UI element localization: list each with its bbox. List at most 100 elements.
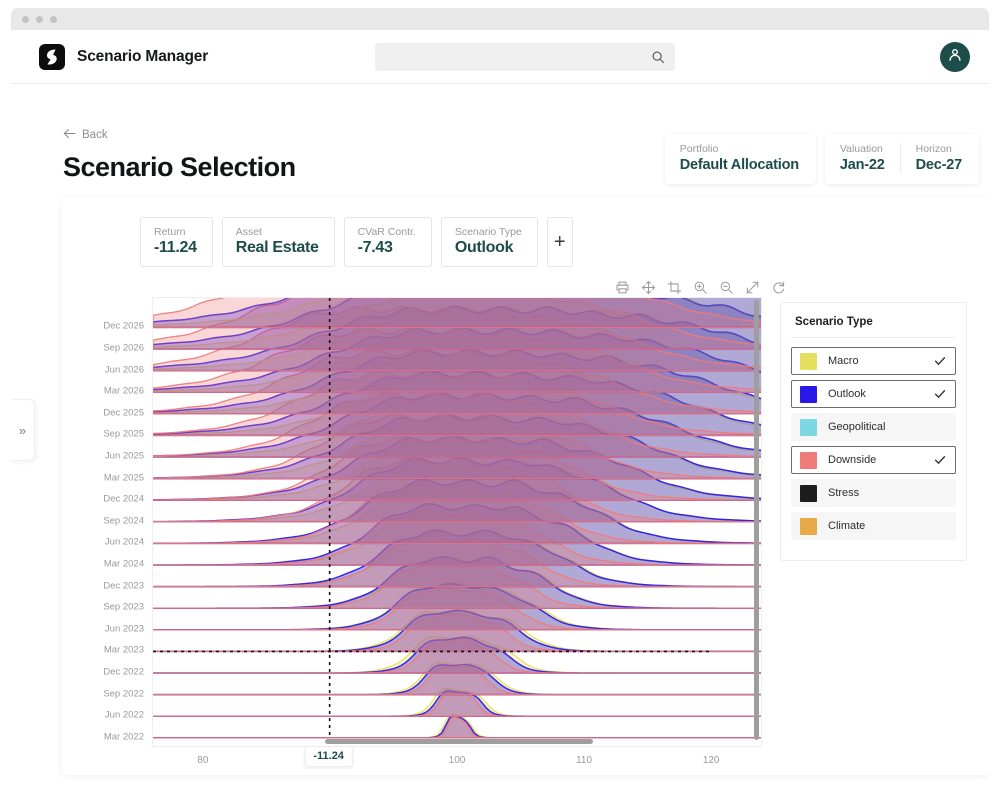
legend-color-swatch — [800, 385, 817, 403]
portfolio-cell: Portfolio Default Allocation — [680, 143, 799, 173]
filter-chip-asset[interactable]: Asset Real Estate — [221, 217, 335, 267]
legend-item-macro[interactable]: Macro — [791, 347, 956, 375]
legend-item-label: Macro — [828, 355, 859, 367]
filter-chip-scenario-type[interactable]: Scenario Type Outlook — [440, 217, 538, 267]
y-axis-tick-label: Jun 2024 — [104, 536, 144, 548]
legend-item-geopolitical[interactable]: Geopolitical — [791, 413, 956, 441]
legend-item-downside[interactable]: Downside — [791, 446, 956, 474]
plot-horizontal-scrollbar[interactable] — [325, 739, 593, 744]
legend-item-label: Stress — [828, 487, 860, 499]
zoom-in-icon[interactable] — [692, 279, 709, 296]
legend-color-swatch — [800, 484, 817, 502]
density-curves — [153, 298, 761, 739]
chip-value: Outlook — [454, 239, 514, 256]
ridge-row — [153, 714, 761, 739]
zoom-out-icon[interactable] — [718, 279, 735, 296]
y-axis-tick-label: Mar 2024 — [103, 558, 144, 570]
check-icon — [934, 388, 946, 400]
legend-item-label: Geopolitical — [828, 421, 886, 433]
x-axis-tick-label: 80 — [197, 755, 209, 766]
filter-chip-row: Return -11.24 Asset Real Estate CVaR Con… — [140, 217, 573, 267]
y-axis-tick-label: Dec 2025 — [103, 407, 144, 419]
sidebar-expand-button[interactable]: » — [11, 399, 35, 461]
valuation-value: Jan-22 — [839, 157, 885, 173]
y-axis-tick-label: Jun 2023 — [104, 623, 144, 635]
filter-chip-cvar-contr[interactable]: CVaR Contr. -7.43 — [343, 217, 432, 267]
legend-item-outlook[interactable]: Outlook — [791, 380, 956, 408]
app-root: Scenario Manager » Back Scenario Selecti… — [0, 0, 1000, 790]
avatar[interactable] — [940, 42, 970, 72]
legend-title: Scenario Type — [791, 316, 956, 338]
pan-icon[interactable] — [640, 279, 657, 296]
window-close-dot[interactable] — [22, 15, 29, 23]
legend-item-stress[interactable]: Stress — [791, 479, 956, 507]
back-button[interactable]: Back — [63, 128, 108, 142]
y-axis-labels: Dec 2026 Sep 2026 Jun 2026 Mar 2026 Dec 2025… — [90, 297, 150, 747]
y-axis-tick-label: Mar 2025 — [103, 472, 144, 484]
search-input[interactable] — [375, 43, 675, 71]
y-axis-tick-label: Mar 2023 — [103, 644, 144, 656]
user-avatar-icon — [947, 47, 963, 68]
reset-axes-icon[interactable] — [770, 279, 787, 296]
add-filter-button[interactable]: + — [546, 217, 573, 267]
y-axis-tick-label: Sep 2025 — [103, 428, 144, 440]
legend-item-climate[interactable]: Climate — [791, 512, 956, 540]
window-minimize-dot[interactable] — [36, 15, 43, 23]
y-axis-tick-label: Dec 2026 — [103, 320, 144, 332]
y-axis-tick-label: Sep 2023 — [103, 601, 144, 613]
header-meta-row: Portfolio Default Allocation Valuation J… — [664, 134, 979, 184]
legend-item-label: Outlook — [828, 388, 866, 400]
top-navigation-bar: Scenario Manager — [11, 30, 989, 84]
plot-toolbar — [614, 279, 787, 296]
arrow-left-icon — [63, 128, 76, 142]
y-axis-tick-label: Dec 2023 — [103, 580, 144, 592]
y-axis-tick-label: Sep 2022 — [103, 688, 144, 700]
legend-color-swatch — [800, 352, 817, 370]
y-axis-tick-label: Mar 2026 — [103, 385, 144, 397]
valuation-cell: Valuation Jan-22 — [840, 143, 885, 173]
legend-color-swatch — [800, 517, 817, 535]
box-select-icon[interactable] — [666, 279, 683, 296]
window-maximize-dot[interactable] — [50, 15, 57, 23]
legend-item-label: Downside — [828, 454, 877, 466]
y-axis-tick-label: Dec 2022 — [103, 666, 144, 678]
filter-chip-return[interactable]: Return -11.24 — [140, 217, 213, 267]
search-box[interactable] — [375, 43, 675, 71]
back-label: Back — [82, 129, 108, 141]
window-chrome — [11, 8, 989, 30]
portfolio-label: Portfolio — [679, 143, 719, 155]
plot-area[interactable] — [152, 297, 762, 747]
y-axis-tick-label: Jun 2022 — [104, 709, 144, 721]
portfolio-card[interactable]: Portfolio Default Allocation — [664, 134, 816, 184]
horizon-value: Dec-27 — [915, 157, 963, 173]
legend-items: Macro Outlook Geopolitical Downside Stress Cl… — [791, 347, 956, 540]
dates-card[interactable]: Valuation Jan-22 Horizon Dec-27 — [824, 134, 979, 184]
chip-label: Return — [154, 226, 186, 238]
chip-label: Asset — [235, 226, 262, 238]
legend-color-swatch — [800, 418, 817, 436]
y-axis-tick-label: Jun 2026 — [104, 364, 144, 376]
y-axis-tick-label: Sep 2026 — [103, 342, 144, 354]
plot-vertical-scrollbar[interactable] — [754, 300, 759, 740]
search-icon[interactable] — [651, 50, 665, 64]
scenario-panel: Return -11.24 Asset Real Estate CVaR Con… — [62, 197, 989, 775]
chip-value: -11.24 — [154, 239, 197, 256]
brand-title: Scenario Manager — [77, 47, 209, 65]
horizon-label: Horizon — [915, 143, 952, 155]
chip-label: CVaR Contr. — [357, 226, 416, 238]
brand[interactable]: Scenario Manager — [39, 43, 209, 70]
check-icon — [934, 355, 946, 367]
chip-label: Scenario Type — [454, 226, 522, 238]
legend-item-label: Climate — [828, 520, 866, 532]
legend-color-swatch — [800, 451, 817, 469]
x-axis-labels: 80 100 110 120 -11.24 — [152, 746, 762, 773]
horizon-cell: Horizon Dec-27 — [899, 143, 963, 173]
chip-value: -7.43 — [357, 239, 393, 256]
chip-value: Real Estate — [235, 239, 319, 256]
autoscale-icon[interactable] — [744, 279, 761, 296]
chevron-double-right-icon: » — [18, 422, 27, 438]
download-plot-icon[interactable] — [614, 279, 631, 296]
y-axis-tick-label: Sep 2024 — [103, 515, 144, 527]
y-axis-tick-label: Dec 2024 — [103, 493, 144, 505]
crosshair-x-annotation: -11.24 — [304, 746, 353, 767]
